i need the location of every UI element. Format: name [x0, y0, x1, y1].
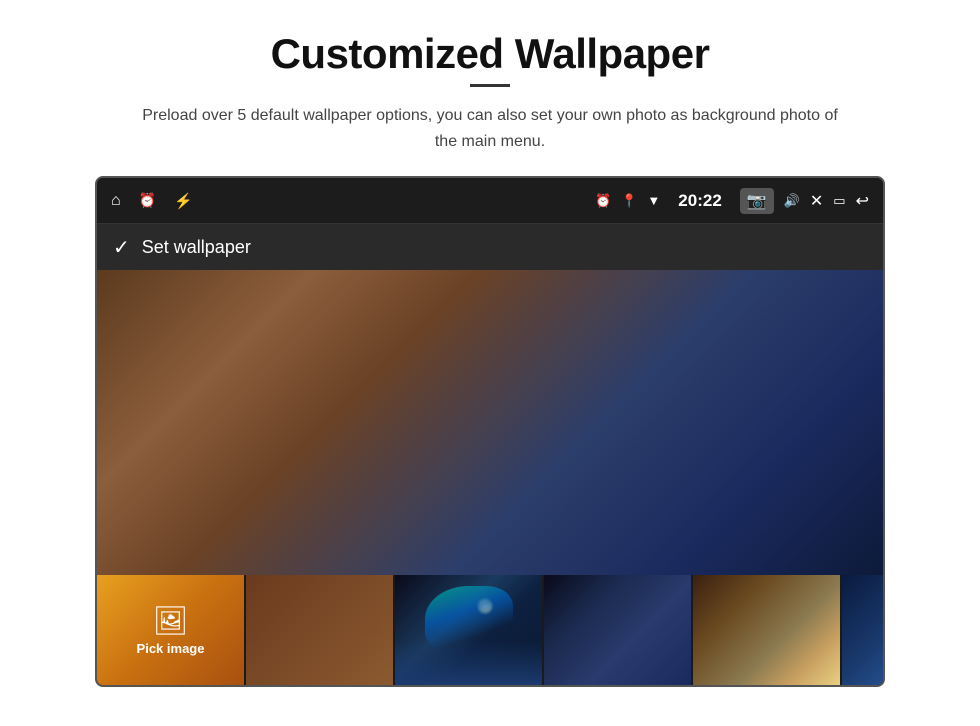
pick-image-thumb[interactable]: 🖼 Pick image — [97, 575, 246, 685]
wallpaper-thumb-6[interactable] — [842, 575, 883, 685]
aurora-effect — [425, 586, 513, 652]
set-wallpaper-label: Set wallpaper — [142, 237, 251, 258]
page-subtitle: Preload over 5 default wallpaper options… — [140, 103, 840, 154]
wallpaper-thumb-5[interactable] — [693, 575, 842, 685]
pick-image-label: Pick image — [137, 641, 205, 656]
status-bar: ⌂ ⏰ ⚡ ⏰ 📍 ▼ 20:22 📷 🔊 ✕ ▭ ↩ — [97, 178, 883, 224]
close-icon: ✕ — [810, 191, 823, 211]
device-screen: ⌂ ⏰ ⚡ ⏰ 📍 ▼ 20:22 📷 🔊 ✕ ▭ ↩ ✓ Set wallpa… — [95, 176, 885, 687]
wallpaper-thumb-2[interactable] — [246, 575, 395, 685]
title-divider — [470, 84, 510, 87]
page-container: Customized Wallpaper Preload over 5 defa… — [0, 0, 980, 726]
wifi-icon: ▼ — [647, 193, 660, 208]
time-display: 20:22 — [678, 191, 721, 211]
status-right-icons: ⏰ 📍 ▼ 20:22 📷 🔊 ✕ ▭ ↩ — [595, 188, 869, 214]
page-title: Customized Wallpaper — [271, 30, 710, 78]
wallpaper-preview — [97, 270, 883, 575]
thumbnail-strip: 🖼 Pick image — [97, 575, 883, 685]
window-icon: ▭ — [833, 193, 845, 209]
checkmark-icon: ✓ — [113, 235, 130, 260]
alarm-right-icon: ⏰ — [595, 193, 611, 209]
alarm-icon: ⏰ — [139, 192, 156, 209]
home-icon: ⌂ — [111, 192, 121, 210]
location-icon: 📍 — [621, 193, 637, 209]
wallpaper-thumb-4[interactable] — [544, 575, 693, 685]
pick-image-icon: 🖼 — [153, 604, 189, 637]
camera-icon[interactable]: 📷 — [740, 188, 774, 214]
wallpaper-thumb-3[interactable] — [395, 575, 544, 685]
usb-icon: ⚡ — [174, 192, 193, 210]
volume-icon: 🔊 — [784, 193, 800, 209]
status-left-icons: ⌂ ⏰ ⚡ — [111, 192, 193, 210]
set-wallpaper-bar: ✓ Set wallpaper — [97, 224, 883, 270]
back-icon: ↩ — [856, 191, 869, 211]
